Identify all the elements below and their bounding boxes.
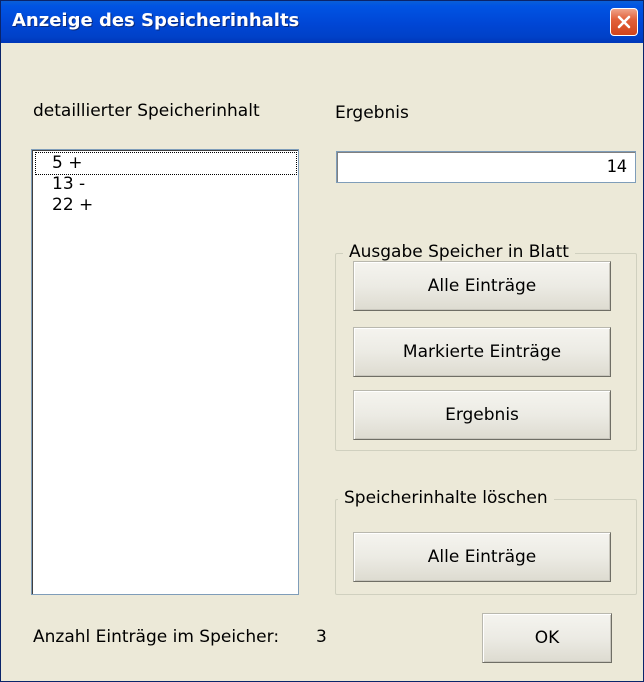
result-label: Ergebnis — [335, 103, 409, 123]
output-result-button[interactable]: Ergebnis — [353, 390, 611, 440]
ok-label: OK — [534, 628, 560, 648]
list-item[interactable]: 22 + — [50, 195, 95, 216]
output-marked-entries-label: Markierte Einträge — [402, 342, 562, 362]
memory-listbox[interactable]: 5 + 13 - 22 + — [31, 149, 299, 595]
output-all-entries-label: Alle Einträge — [427, 276, 537, 296]
window-title: Anzeige des Speicherinhalts — [12, 10, 300, 31]
list-item[interactable]: 13 - — [50, 174, 87, 195]
output-result-label: Ergebnis — [445, 405, 519, 425]
close-button[interactable] — [610, 8, 638, 36]
output-all-entries-button[interactable]: Alle Einträge — [353, 261, 611, 311]
list-label: detaillierter Speicherinhalt — [33, 101, 260, 121]
entry-count-value: 3 — [316, 627, 327, 647]
output-marked-entries-button[interactable]: Markierte Einträge — [353, 327, 611, 377]
list-item[interactable]: 5 + — [35, 152, 297, 175]
title-bar[interactable]: Anzeige des Speicherinhalts — [1, 1, 643, 43]
dialog-window: Anzeige des Speicherinhalts detaillierte… — [0, 0, 644, 682]
delete-group-title: Speicherinhalte löschen — [338, 488, 554, 508]
delete-all-entries-button[interactable]: Alle Einträge — [353, 532, 611, 582]
output-group-title: Ausgabe Speicher in Blatt — [343, 242, 575, 262]
entry-count-label: Anzahl Einträge im Speicher: — [33, 627, 280, 647]
ok-button[interactable]: OK — [482, 613, 612, 663]
result-field[interactable]: 14 — [336, 151, 636, 183]
close-icon — [617, 15, 631, 29]
delete-all-entries-label: Alle Einträge — [427, 547, 537, 567]
